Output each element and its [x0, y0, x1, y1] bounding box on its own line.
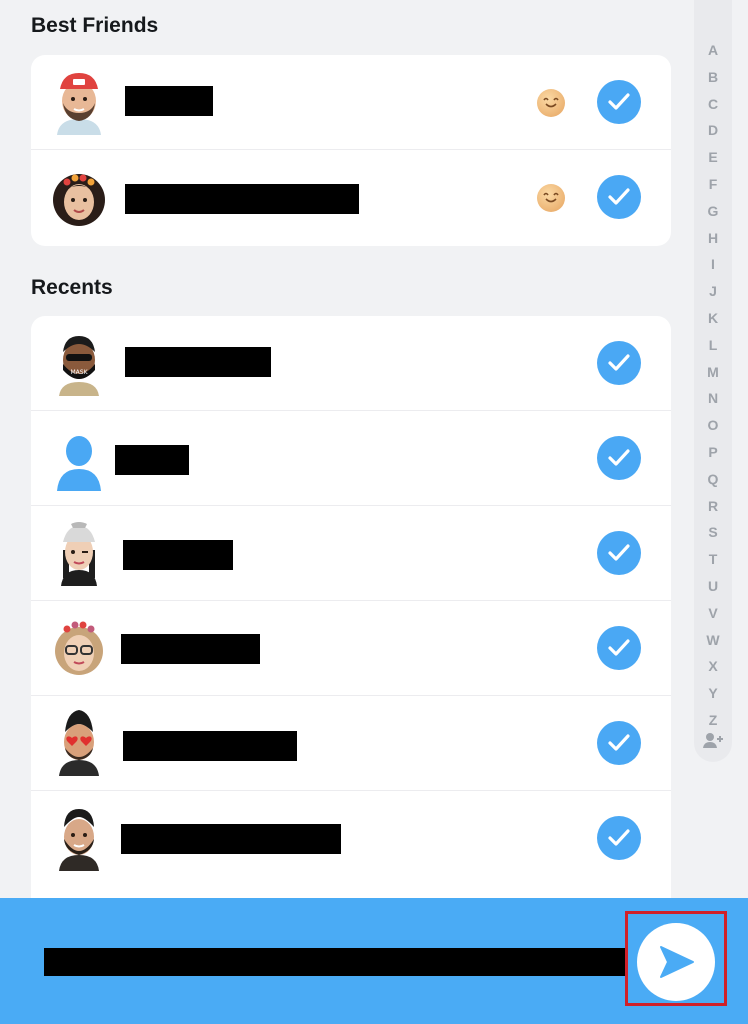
friend-name-redacted	[123, 540, 233, 570]
friend-name-redacted	[125, 347, 271, 377]
alphabet-letter-q[interactable]: Q	[694, 471, 732, 487]
send-arrow-icon	[660, 946, 694, 978]
friend-row[interactable]	[31, 411, 671, 506]
friend-row[interactable]	[31, 791, 671, 886]
alphabet-letter-b[interactable]: B	[694, 69, 732, 85]
alphabet-letter-g[interactable]: G	[694, 203, 732, 219]
selected-checkmark-icon[interactable]	[597, 626, 641, 670]
alphabet-letter-v[interactable]: V	[694, 605, 732, 621]
friend-name-redacted	[125, 184, 359, 214]
selected-checkmark-icon[interactable]	[597, 721, 641, 765]
alphabet-letter-j[interactable]: J	[694, 283, 732, 299]
alphabet-letter-u[interactable]: U	[694, 578, 732, 594]
selected-checkmark-icon[interactable]	[597, 341, 641, 385]
friend-name-redacted	[115, 445, 189, 475]
friend-row[interactable]	[31, 506, 671, 601]
friend-name-redacted	[123, 731, 297, 761]
alphabet-letter-i[interactable]: I	[694, 256, 732, 272]
alphabet-letter-n[interactable]: N	[694, 390, 732, 406]
send-bar	[0, 898, 748, 1024]
alphabet-letter-f[interactable]: F	[694, 176, 732, 192]
best-friends-list	[31, 55, 671, 246]
selected-checkmark-icon[interactable]	[597, 80, 641, 124]
avatar-bitmoji-glasses-icon	[51, 615, 107, 681]
alphabet-letter-y[interactable]: Y	[694, 685, 732, 701]
alphabet-letter-e[interactable]: E	[694, 149, 732, 165]
section-title-recents: Recents	[31, 276, 113, 299]
avatar-bitmoji-cap-backwards-icon	[51, 520, 107, 586]
alphabet-letter-o[interactable]: O	[694, 417, 732, 433]
friend-name-redacted	[125, 86, 213, 116]
recents-list: MASK	[31, 316, 671, 916]
alphabet-letter-a[interactable]: A	[694, 42, 732, 58]
recipients-redacted	[44, 948, 626, 976]
friend-row[interactable]: MASK	[31, 316, 671, 411]
avatar-bitmoji-red-cap-icon	[51, 69, 107, 135]
smiling-face-icon	[537, 184, 565, 212]
smiling-face-icon	[537, 89, 565, 117]
alphabet-letter-r[interactable]: R	[694, 498, 732, 514]
avatar-bitmoji-beard-icon	[51, 805, 107, 871]
alphabet-letter-k[interactable]: K	[694, 310, 732, 326]
alphabet-letter-t[interactable]: T	[694, 551, 732, 567]
avatar-bitmoji-mask-icon: MASK	[51, 330, 107, 396]
friend-row[interactable]	[31, 55, 671, 150]
alphabet-letter-x[interactable]: X	[694, 658, 732, 674]
alphabet-letter-p[interactable]: P	[694, 444, 732, 460]
alphabet-letter-h[interactable]: H	[694, 230, 732, 246]
alphabet-letter-m[interactable]: M	[694, 364, 732, 380]
section-title-best-friends: Best Friends	[31, 14, 159, 37]
alphabet-index[interactable]: ABCDEFGHIJKLMNOPQRSTUVWXYZ	[694, 0, 732, 762]
avatar-bitmoji-heart-eyes-icon	[51, 710, 107, 776]
selected-checkmark-icon[interactable]	[597, 531, 641, 575]
selected-checkmark-icon[interactable]	[597, 816, 641, 860]
selected-checkmark-icon[interactable]	[597, 436, 641, 480]
svg-text:MASK: MASK	[70, 369, 88, 376]
send-button[interactable]	[637, 923, 715, 1001]
friend-name-redacted	[121, 634, 260, 664]
friend-name-redacted	[121, 824, 341, 854]
add-friend-icon[interactable]	[694, 732, 732, 751]
alphabet-letter-s[interactable]: S	[694, 524, 732, 540]
alphabet-letter-l[interactable]: L	[694, 337, 732, 353]
avatar-bitmoji-flower-crown-icon	[51, 164, 107, 230]
avatar-default-person-icon	[51, 425, 107, 491]
alphabet-letter-c[interactable]: C	[694, 96, 732, 112]
alphabet-letter-z[interactable]: Z	[694, 712, 732, 728]
alphabet-letter-w[interactable]: W	[694, 632, 732, 648]
friend-row[interactable]	[31, 696, 671, 791]
friend-row[interactable]	[31, 150, 671, 245]
alphabet-letter-d[interactable]: D	[694, 122, 732, 138]
friend-row[interactable]	[31, 601, 671, 696]
selected-checkmark-icon[interactable]	[597, 175, 641, 219]
